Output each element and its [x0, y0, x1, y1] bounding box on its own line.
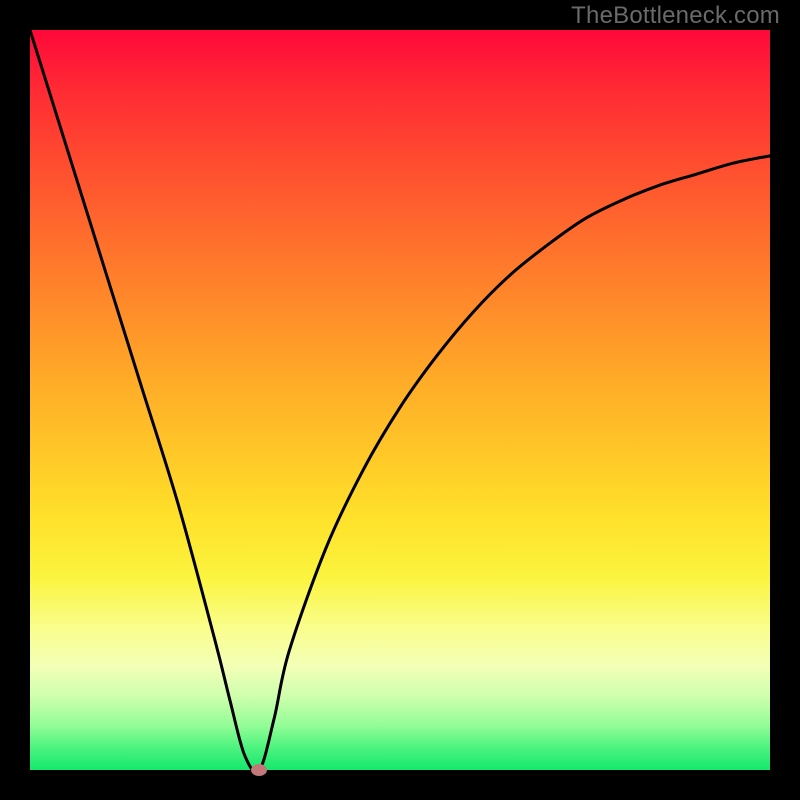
watermark-text: TheBottleneck.com — [571, 2, 780, 30]
plot-area — [30, 30, 770, 770]
bottleneck-curve — [30, 30, 770, 770]
min-point-marker — [251, 764, 267, 776]
curve-svg — [30, 30, 770, 770]
chart-frame: TheBottleneck.com — [0, 0, 800, 800]
